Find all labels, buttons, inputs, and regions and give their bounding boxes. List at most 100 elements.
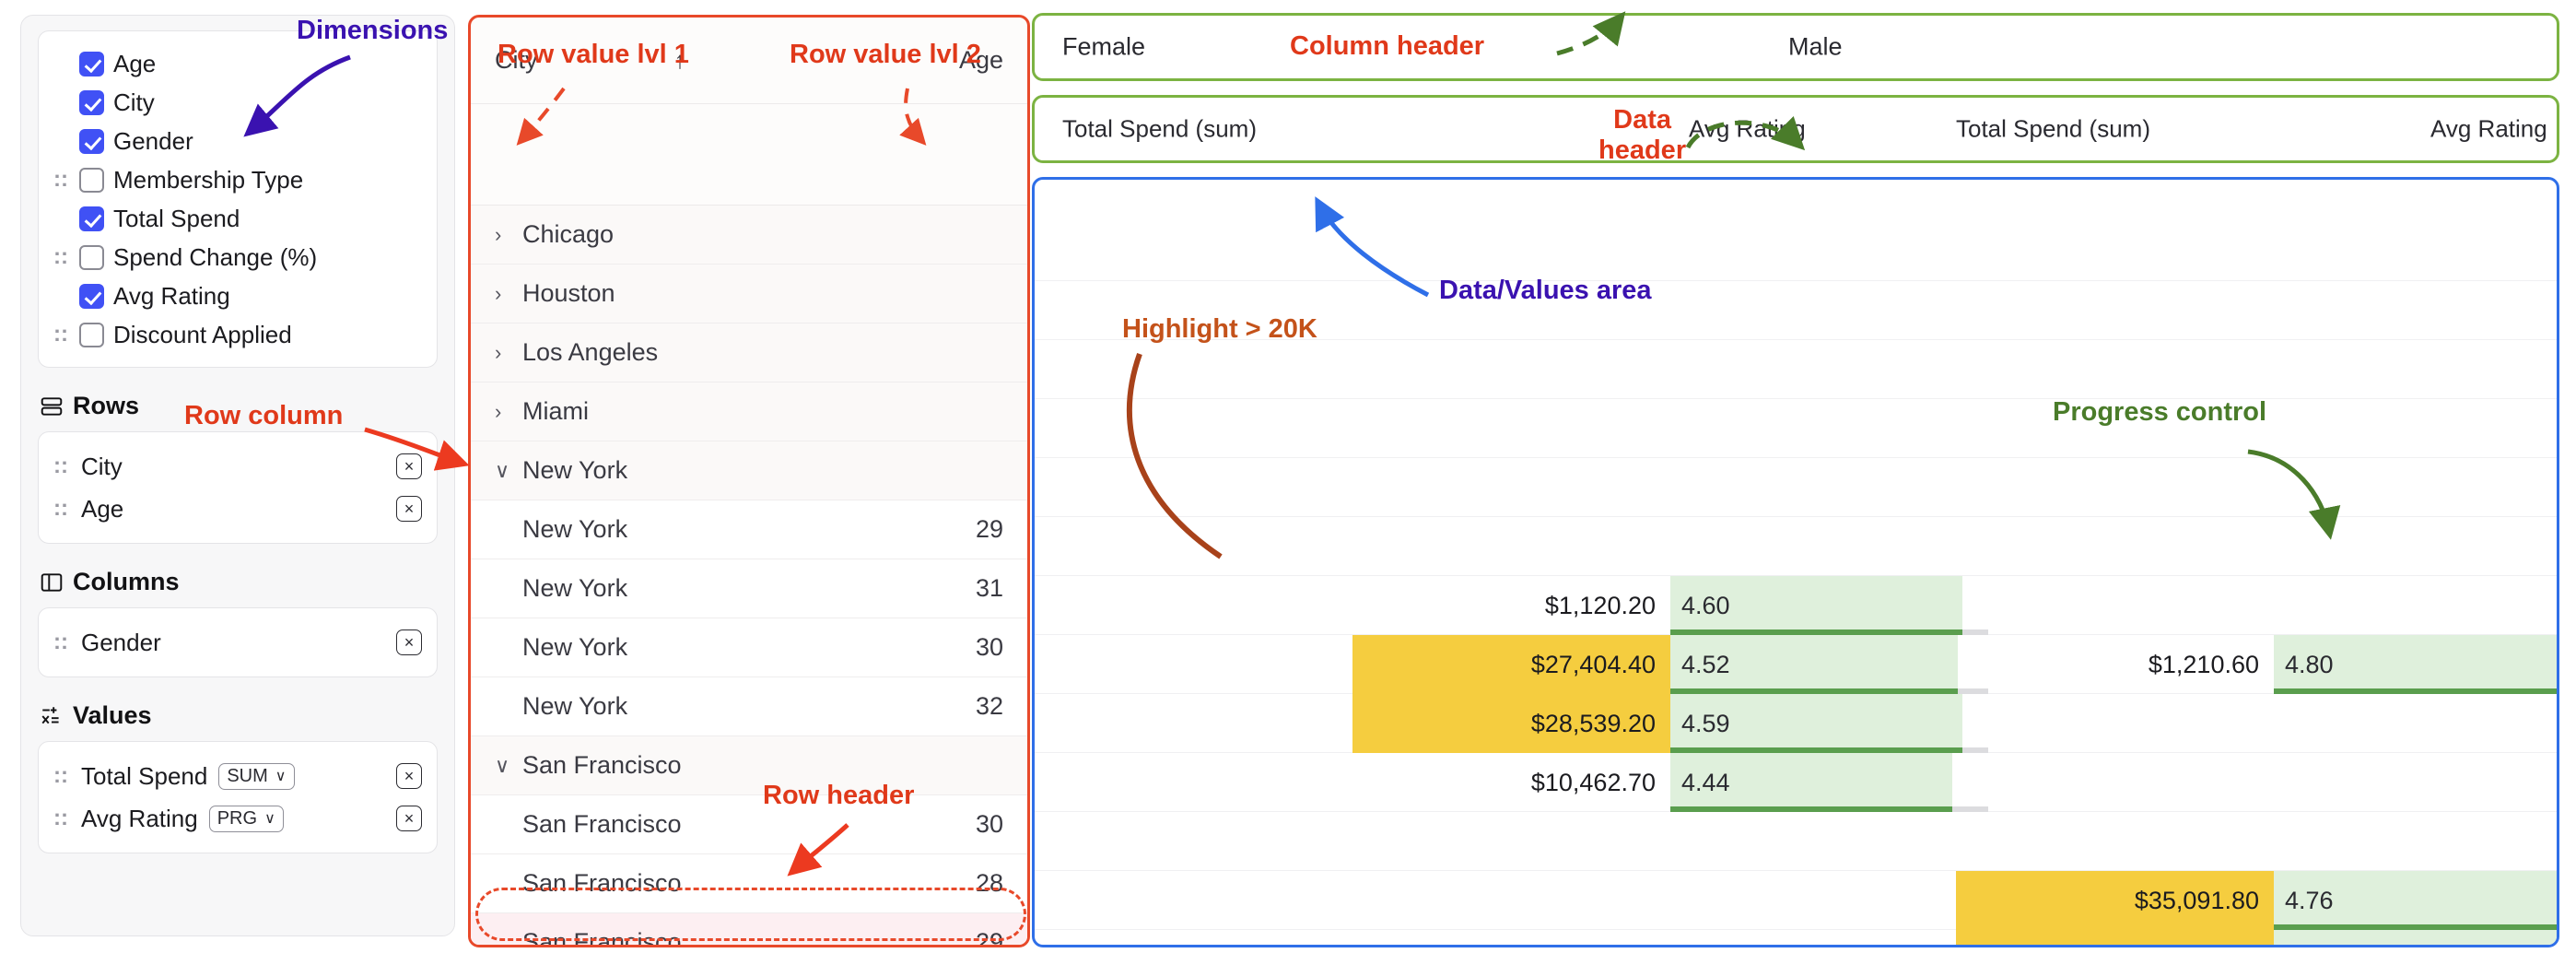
- aggregation-value: SUM: [227, 765, 268, 786]
- avg-rating-progress-cell: 4.90: [2274, 930, 2557, 948]
- drag-handle-icon[interactable]: ::: [53, 324, 70, 346]
- total-spend-cell: $35,091.80: [1956, 871, 2274, 930]
- drag-handle-icon[interactable]: ::: [53, 631, 70, 653]
- row-header[interactable]: San Francisco 28: [471, 854, 1027, 913]
- dimension-row[interactable]: :: Spend Change (%): [53, 238, 422, 276]
- drag-handle-icon[interactable]: ::: [53, 807, 70, 829]
- annotation-column-header: Column header: [1290, 31, 1485, 61]
- data-row: $35,812.40 4.90: [1035, 930, 2557, 948]
- data-header-cell[interactable]: Total Spend (sum): [1956, 115, 2150, 144]
- avg-rating-value: 4.90: [2285, 946, 2334, 948]
- row-header-age: 30: [975, 633, 1003, 661]
- dimension-checkbox[interactable]: [79, 51, 104, 76]
- row-header-name: San Francisco: [522, 869, 682, 897]
- dimension-row[interactable]: :: Membership Type: [53, 160, 422, 199]
- dimension-label: Gender: [113, 126, 193, 155]
- aggregation-select[interactable]: SUM ∨: [218, 762, 295, 790]
- dimension-checkbox[interactable]: [79, 244, 104, 270]
- dimension-label: Membership Type: [113, 165, 304, 194]
- row-header-name: San Francisco: [522, 751, 682, 779]
- columns-section-header: Columns: [40, 568, 438, 596]
- column-header-cell[interactable]: Female: [1062, 33, 1145, 62]
- row-header-name: Los Angeles: [522, 338, 659, 366]
- row-header-name: New York: [522, 456, 628, 484]
- field-chip[interactable]: :: City ×: [53, 445, 422, 488]
- field-chip[interactable]: :: Gender ×: [53, 621, 422, 664]
- dimension-label: Total Spend: [113, 204, 240, 232]
- row-header[interactable]: San Francisco 30: [471, 795, 1027, 854]
- annotation-row-header: Row header: [763, 781, 915, 810]
- column-header-bar: Female Male: [1032, 13, 2559, 81]
- field-chip[interactable]: :: Avg Rating PRG ∨ ×: [53, 797, 422, 840]
- dimension-checkbox[interactable]: [79, 167, 104, 193]
- progress-fill: [2274, 930, 2557, 945]
- column-header-cell[interactable]: Male: [1788, 33, 1843, 62]
- dimension-checkbox[interactable]: [79, 322, 104, 347]
- row-header-name: New York: [522, 515, 628, 543]
- row-header[interactable]: San Francisco 29: [471, 913, 1027, 947]
- annotation-data-header: Data header: [1598, 105, 1687, 166]
- drag-handle-icon[interactable]: ::: [53, 498, 70, 520]
- chevron-right-icon[interactable]: ›: [495, 341, 522, 365]
- annotation-progress-control: Progress control: [2053, 397, 2267, 427]
- field-chip[interactable]: :: Age ×: [53, 488, 422, 530]
- screenshot-root: ::Age::City::Gender::Membership Type::To…: [0, 0, 2576, 953]
- data-row: $1,120.20 4.60: [1035, 576, 2557, 635]
- data-row: [1035, 458, 2557, 517]
- row-group-header[interactable]: › Chicago: [471, 206, 1027, 265]
- avg-rating-value: 4.80: [2285, 650, 2334, 678]
- row-header[interactable]: New York 31: [471, 559, 1027, 618]
- row-header-age: 30: [975, 810, 1003, 838]
- total-spend-cell: $28,539.20: [1352, 694, 1670, 753]
- columns-field-card: :: Gender ×: [38, 607, 438, 677]
- data-row: [1035, 399, 2557, 458]
- remove-field-button[interactable]: ×: [396, 806, 422, 831]
- dimension-row[interactable]: ::Avg Rating: [53, 276, 422, 315]
- remove-field-button[interactable]: ×: [396, 763, 422, 789]
- chevron-right-icon[interactable]: ›: [495, 400, 522, 424]
- dimension-checkbox[interactable]: [79, 206, 104, 231]
- chevron-right-icon[interactable]: ›: [495, 223, 522, 247]
- row-header[interactable]: New York 32: [471, 677, 1027, 736]
- dimension-row[interactable]: ::Age: [53, 44, 422, 83]
- row-header-age: 29: [975, 515, 1003, 543]
- dimension-row[interactable]: ::Gender: [53, 122, 422, 160]
- drag-handle-icon[interactable]: ::: [53, 765, 70, 787]
- field-chip[interactable]: :: Total Spend SUM ∨ ×: [53, 755, 422, 797]
- dimension-row[interactable]: :: Discount Applied: [53, 315, 422, 354]
- row-group-header[interactable]: ∨ San Francisco: [471, 736, 1027, 795]
- avg-rating-progress-cell: 4.44: [1670, 753, 1988, 812]
- aggregation-select[interactable]: PRG ∨: [208, 805, 284, 832]
- row-header[interactable]: New York 30: [471, 618, 1027, 677]
- avg-rating-value: 4.59: [1681, 709, 1730, 737]
- remove-field-button[interactable]: ×: [396, 496, 422, 522]
- chevron-right-icon[interactable]: ›: [495, 282, 522, 306]
- field-chip-label: Gender: [81, 628, 161, 656]
- row-group-header[interactable]: ∨ New York: [471, 441, 1027, 500]
- chevron-down-icon[interactable]: ∨: [495, 459, 522, 483]
- dimension-checkbox[interactable]: [79, 128, 104, 154]
- dimension-row[interactable]: ::Total Spend: [53, 199, 422, 238]
- data-header-cell[interactable]: Avg Rating: [1689, 115, 1806, 144]
- row-header[interactable]: New York 29: [471, 500, 1027, 559]
- chevron-down-icon[interactable]: ∨: [495, 754, 522, 778]
- dimension-checkbox[interactable]: [79, 283, 104, 309]
- drag-handle-icon[interactable]: ::: [53, 169, 70, 191]
- remove-field-button[interactable]: ×: [396, 629, 422, 655]
- drag-handle-icon[interactable]: ::: [53, 246, 70, 268]
- drag-handle-icon[interactable]: ::: [53, 455, 70, 477]
- remove-field-button[interactable]: ×: [396, 453, 422, 479]
- dimension-checkbox[interactable]: [79, 89, 104, 115]
- values-section-title: Values: [73, 701, 152, 729]
- data-header-cell[interactable]: Avg Rating: [2430, 115, 2547, 144]
- row-group-header[interactable]: › Los Angeles: [471, 324, 1027, 382]
- chevron-down-icon: ∨: [275, 769, 287, 784]
- row-group-header[interactable]: › Miami: [471, 382, 1027, 441]
- data-header-cell[interactable]: Total Spend (sum): [1062, 115, 1257, 144]
- row-group-header[interactable]: › Houston: [471, 265, 1027, 324]
- row-header-age: 29: [975, 928, 1003, 947]
- columns-section-title: Columns: [73, 568, 180, 595]
- data-row: [1035, 340, 2557, 399]
- field-config-panel: ::Age::City::Gender::Membership Type::To…: [20, 15, 455, 936]
- dimension-row[interactable]: ::City: [53, 83, 422, 122]
